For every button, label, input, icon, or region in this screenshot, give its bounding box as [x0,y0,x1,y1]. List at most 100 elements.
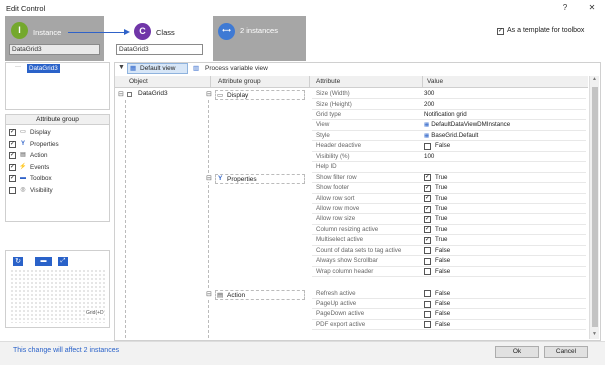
value-checkbox[interactable] [424,300,431,308]
attribute-group-item-display[interactable]: ✓ ▭ Display [6,127,109,139]
value-checkbox[interactable]: ✓ [424,226,431,234]
action-checkbox[interactable]: ✓ [9,152,16,160]
column-header-attribute-group[interactable]: Attribute group [215,76,310,88]
scroll-down-icon[interactable]: ▼ [592,331,597,337]
attribute-value[interactable]: False [424,309,450,319]
value-checkbox[interactable]: ✓ [424,215,431,223]
attribute-row[interactable]: Allow row size ✓ True [312,214,586,225]
attribute-row[interactable]: Always show Scrollbar False [312,256,586,267]
attribute-row[interactable]: View ▦ DefaultDataViewDMInstance [312,120,586,131]
attribute-value[interactable]: ✓ True [424,183,448,193]
attribute-group-item-toolbox[interactable]: ✓ ▬ Toolbox [6,173,109,185]
attribute-value[interactable]: False [424,141,450,151]
attribute-value[interactable]: ▦ BaseGrid.Default [424,131,478,141]
step-instance[interactable]: I Instance DataGrid3 [5,16,104,61]
display-checkbox[interactable]: ✓ [9,129,16,137]
instance-name-input[interactable]: DataGrid3 [9,44,100,55]
attribute-row[interactable]: Header deactive False [312,141,586,152]
cancel-button[interactable]: Cancel [544,346,588,358]
attribute-row[interactable]: Refresh active False [312,289,586,299]
value-checkbox[interactable] [424,268,431,276]
group-expander-display[interactable]: ⊟ [206,90,212,98]
value-checkbox[interactable] [424,247,431,255]
column-header-object[interactable]: Object [126,76,211,88]
attribute-row[interactable]: Size (Height) 200 [312,100,586,110]
attribute-row[interactable]: Size (Width) 300 [312,89,586,100]
default-view-button[interactable]: ▦ Default view [127,63,188,74]
help-button[interactable]: ? [559,3,571,13]
vertical-scrollbar[interactable]: ▲ ▼ [589,76,599,339]
column-header-value[interactable]: Value [424,76,588,88]
attribute-row[interactable]: Show footer ✓ True [312,183,586,194]
value-checkbox[interactable] [424,257,431,265]
attribute-row[interactable]: PDF export active False [312,320,586,331]
value-checkbox[interactable]: ✓ [424,205,431,213]
attribute-value[interactable]: ✓ True [424,225,448,235]
attribute-value[interactable]: Notification grid [424,110,467,120]
attribute-group-item-events[interactable]: ✓ ⚡ Events [6,162,109,174]
group-expander-properties[interactable]: ⊟ [206,174,212,182]
tree-item-selected[interactable]: DataGrid3 [27,64,60,73]
object-expander[interactable]: ⊟ [118,90,124,98]
class-name-input[interactable]: DataGrid3 [116,44,203,55]
refresh-icon[interactable]: ↻ [13,257,23,266]
step-instances[interactable]: ⟷ 2 instances [213,16,306,61]
close-button[interactable]: ✕ [586,3,598,13]
attribute-value[interactable]: ✓ True [424,194,448,204]
visibility-checkbox[interactable] [9,186,16,194]
events-checkbox[interactable]: ✓ [9,163,16,171]
value-checkbox[interactable] [424,310,431,318]
attribute-value[interactable]: ✓ True [424,204,448,214]
attribute-value[interactable]: ✓ True [424,173,448,183]
group-display[interactable]: ▭ Display [215,90,305,100]
properties-checkbox[interactable]: ✓ [9,140,16,148]
attribute-value[interactable]: False [424,320,450,330]
attribute-row[interactable]: Wrap column header False [312,267,586,278]
attribute-row[interactable]: Show filter row ✓ True [312,173,586,184]
attribute-row[interactable]: Grid type Notification grid [312,110,586,121]
display-mode-icon[interactable]: ▬ [35,257,52,266]
group-expander-action[interactable]: ⊟ [206,290,212,298]
value-checkbox[interactable]: ✓ [424,174,431,182]
attribute-value[interactable]: False [424,246,450,256]
attribute-value[interactable]: False [424,289,450,299]
attribute-value[interactable]: 100 [424,152,434,162]
column-header-attribute[interactable]: Attribute [313,76,423,88]
attribute-group-item-properties[interactable]: ✓ Y Properties [6,139,109,151]
attribute-row[interactable]: Visibility (%) 100 [312,152,586,163]
value-checkbox[interactable]: ✓ [424,184,431,192]
attribute-value[interactable]: 200 [424,100,434,110]
attribute-value[interactable]: False [424,299,450,309]
process-view-label[interactable]: Process variable view [205,65,268,72]
scroll-up-icon[interactable]: ▲ [592,76,597,82]
group-action[interactable]: ▤ Action [215,290,305,300]
step-class[interactable]: C Class DataGrid3 [114,16,207,61]
attribute-row[interactable]: Multiselect active ✓ True [312,235,586,246]
value-checkbox[interactable]: ✓ [424,236,431,244]
attribute-value[interactable]: 300 [424,89,434,99]
attribute-value[interactable]: False [424,256,450,266]
attribute-value[interactable]: False [424,267,450,277]
group-properties[interactable]: Y Properties [215,174,305,184]
attribute-value[interactable]: ▦ DefaultDataViewDMInstance [424,120,510,130]
attribute-row[interactable]: Column resizing active ✓ True [312,225,586,236]
tree-expander[interactable]: ··· [15,64,21,70]
attribute-value[interactable]: ✓ True [424,235,448,245]
scrollbar-thumb[interactable] [592,87,598,327]
ok-button[interactable]: Ok [495,346,539,358]
attribute-row[interactable]: PageUp active False [312,299,586,310]
value-checkbox[interactable] [424,290,431,297]
filter-icon[interactable]: ▼ [118,64,125,71]
attribute-row[interactable]: PageDown active False [312,309,586,320]
fit-icon[interactable]: ⤢ [58,257,68,266]
attribute-row[interactable]: Allow row move ✓ True [312,204,586,215]
attribute-group-item-visibility[interactable]: ◎ Visibility [6,185,109,197]
attribute-row[interactable]: Count of data sets to tag active False [312,246,586,257]
attribute-row[interactable]: Style ▦ BaseGrid.Default [312,131,586,142]
toolbox-checkbox[interactable]: ✓ [9,175,16,183]
value-checkbox[interactable] [424,321,431,329]
object-name[interactable]: DataGrid3 [138,90,168,97]
attribute-value[interactable]: ✓ True [424,214,448,224]
attribute-row[interactable]: Help ID [312,162,586,173]
attribute-row[interactable]: Allow row sort ✓ True [312,194,586,204]
